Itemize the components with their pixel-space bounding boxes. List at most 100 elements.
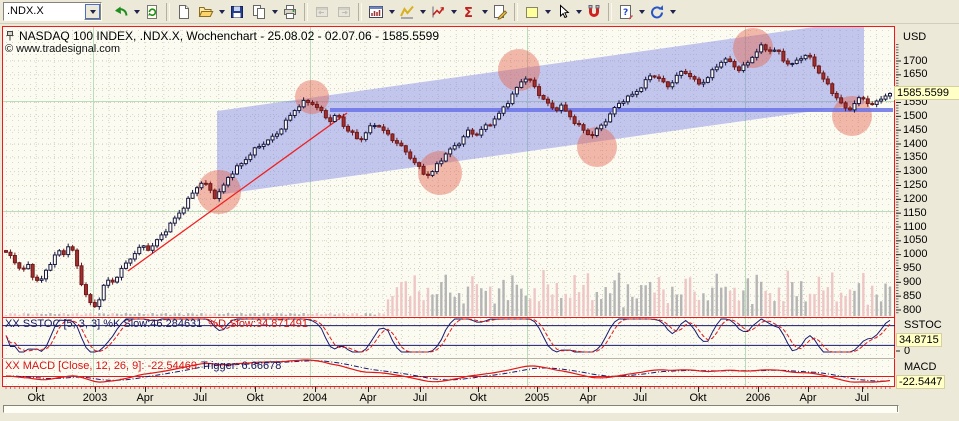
chart-type-button[interactable]	[365, 2, 387, 22]
insert-strategy-dropdown[interactable]	[449, 2, 458, 22]
time-axis-label: 2003	[82, 392, 108, 404]
print-button[interactable]	[279, 2, 301, 22]
chart-type-dropdown[interactable]	[387, 2, 396, 22]
change-symbol-button[interactable]	[110, 2, 132, 22]
price-axis-label: 1000	[903, 248, 928, 261]
horizontal-scrollbar[interactable]	[3, 405, 899, 413]
time-axis-label: Apr	[799, 392, 817, 404]
sstoc-d-label: %D Slow:34.871491	[208, 318, 308, 330]
price-axis-label: 1350	[903, 151, 928, 164]
chevron-down-icon	[89, 9, 96, 14]
time-axis-label: 2004	[302, 392, 328, 404]
insert-formula-button[interactable]: Σ	[458, 2, 480, 22]
chart-title-row: NASDAQ 100 INDEX, .NDX.X, Wochenchart - …	[5, 29, 439, 43]
combobox-dropdown-button[interactable]	[84, 3, 101, 20]
pointer-tool-button[interactable]	[552, 2, 574, 22]
pin-icon[interactable]	[5, 30, 15, 42]
chevron-down-icon	[419, 9, 426, 14]
edit-properties-button[interactable]	[489, 2, 511, 22]
macd-header: XX MACD [Close, 12, 26, 9]: -22.54469 Tri…	[5, 360, 281, 372]
printer-icon	[284, 4, 296, 19]
price-axis-label: 1700	[903, 54, 928, 67]
time-axis-label: 2006	[745, 392, 771, 404]
time-axis-label: Okt	[469, 392, 487, 404]
fill-color-dropdown[interactable]	[543, 2, 552, 22]
strategy-marks-icon	[432, 6, 445, 17]
price-axis-label: 900	[903, 275, 922, 288]
time-axis-label: 2005	[524, 392, 550, 404]
fill-color-button[interactable]	[521, 2, 543, 22]
window-back-icon	[316, 6, 328, 17]
symbol-combobox[interactable]: .NDX.X	[3, 2, 102, 21]
info-page-icon: ?	[620, 4, 633, 19]
info-button[interactable]: ?	[615, 2, 637, 22]
toolbar-separator	[358, 2, 362, 21]
chevron-down-icon	[271, 9, 278, 14]
window-forward-icon	[338, 6, 350, 17]
open-file-button[interactable]	[195, 2, 217, 22]
chart-canvas[interactable]	[0, 0, 959, 421]
insert-indicator-dropdown[interactable]	[418, 2, 427, 22]
open-file-dropdown[interactable]	[217, 2, 226, 22]
copy-button[interactable]	[248, 2, 270, 22]
cursor-arrow-icon	[560, 3, 570, 18]
price-axis-label: 800	[903, 303, 922, 316]
insert-indicator-button[interactable]	[396, 2, 418, 22]
price-axis-label: 950	[903, 262, 922, 274]
magnet-icon	[588, 4, 600, 17]
toolbar-separator	[608, 2, 612, 21]
yellow-swatch-icon	[526, 6, 538, 18]
insert-strategy-button[interactable]	[427, 2, 449, 22]
price-axis-label: 1150	[903, 206, 927, 219]
price-axis-label: 1450	[903, 123, 928, 136]
chevron-down-icon	[133, 9, 140, 14]
symbol-combobox-value: .NDX.X	[7, 5, 44, 17]
price-axis-label: 1250	[903, 179, 928, 191]
chevron-down-icon	[450, 9, 457, 14]
svg-text:Σ: Σ	[464, 6, 473, 20]
time-axis-label: Jul	[854, 392, 870, 404]
toolbar-separator	[166, 2, 170, 21]
copy-dropdown[interactable]	[270, 2, 279, 22]
toolbar-separator	[304, 2, 308, 21]
redo-dropdown[interactable]	[668, 2, 677, 22]
floppy-disk-icon	[231, 5, 243, 18]
time-axis-label: Apr	[136, 392, 154, 404]
price-axis-label: 1400	[903, 137, 928, 150]
change-symbol-dropdown[interactable]	[132, 2, 141, 22]
price-axis-label: 850	[903, 289, 922, 302]
last-price-badge: 1585.5599	[894, 86, 959, 100]
info-dropdown[interactable]	[637, 2, 646, 22]
macd-axis-name: MACD	[904, 361, 937, 373]
chart-picture-icon	[369, 5, 383, 18]
sigma-icon: Σ	[464, 6, 473, 20]
redo-button[interactable]	[646, 2, 668, 22]
copyright-line: © www.tradesignal.com	[5, 43, 121, 55]
time-axis-label: Apr	[359, 392, 377, 404]
chevron-down-icon	[218, 9, 225, 14]
magnet-mode-button[interactable]	[583, 2, 605, 22]
time-axis-label: Okt	[27, 392, 45, 404]
sstoc-axis-name: SSTOC	[904, 319, 942, 331]
scrollbar-thumb[interactable]	[4, 406, 898, 412]
price-axis-label: 1650	[903, 68, 928, 81]
refresh-page-icon	[147, 4, 157, 19]
open-folder-icon	[198, 6, 214, 17]
macd-value-badge: -22.5447	[896, 375, 946, 389]
price-axis-label: 1300	[903, 165, 928, 178]
reload-data-button[interactable]	[141, 2, 163, 22]
macd-trigger-label: Trigger: 6.66678	[201, 360, 282, 372]
chevron-down-icon	[638, 9, 645, 14]
price-axis-label: 1050	[903, 234, 928, 247]
new-chart-button[interactable]	[173, 2, 195, 22]
redo-arrow-icon	[651, 4, 664, 18]
prev-window-button	[311, 2, 333, 22]
chevron-down-icon	[388, 9, 395, 14]
insert-formula-dropdown[interactable]	[480, 2, 489, 22]
indicator-curves-icon	[400, 5, 414, 18]
price-axis-label: 1200	[903, 192, 928, 205]
pointer-tool-dropdown[interactable]	[574, 2, 583, 22]
sstoc-header: XX SSTOC [5, 3, 3] %K Slow:46.284631 %D S…	[5, 318, 308, 330]
chart-title: NASDAQ 100 INDEX, .NDX.X, Wochenchart - …	[19, 29, 440, 43]
save-button[interactable]	[226, 2, 248, 22]
